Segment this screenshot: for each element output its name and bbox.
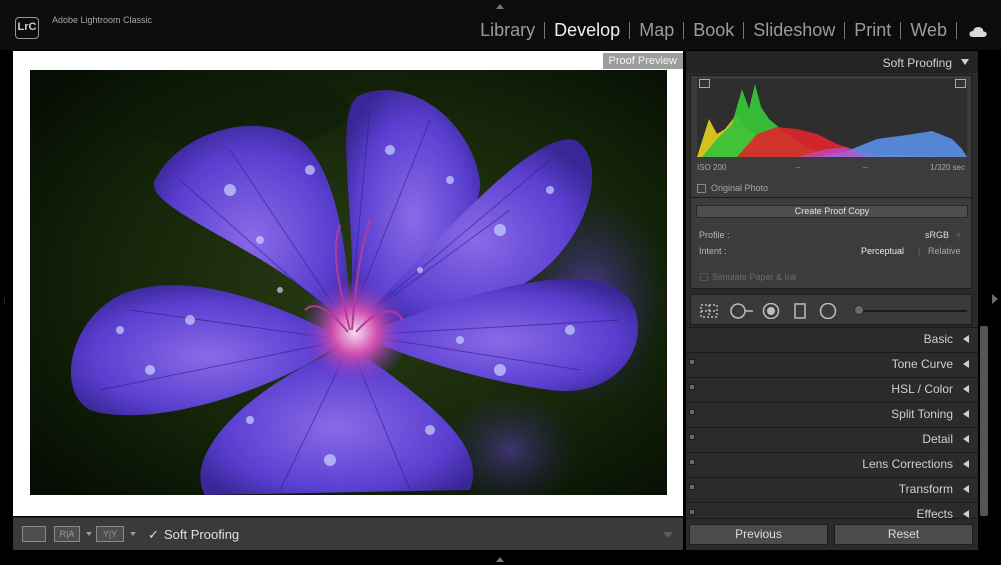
panel-label: HSL / Color (891, 382, 953, 396)
expand-triangle-icon[interactable] (963, 335, 969, 343)
panel-label: Detail (922, 432, 953, 446)
shadow-clipping-icon[interactable] (699, 79, 710, 88)
panel-effects[interactable]: Effects (686, 502, 978, 518)
soft-proofing-options: Create Proof Copy Profile : sRGB ÷ Inten… (690, 197, 972, 289)
top-panel-toggle-icon[interactable] (496, 4, 504, 9)
bottom-toolbar: R|A Y|Y ✓ Soft Proofing (13, 517, 683, 550)
panel-label: Tone Curve (891, 357, 953, 371)
before-after-dropdown-icon[interactable] (86, 532, 92, 536)
module-map[interactable]: Map (630, 20, 683, 41)
red-eye-icon[interactable] (762, 302, 780, 324)
simulate-paper-ink-label[interactable]: Simulate Paper & Ink (712, 272, 797, 282)
module-web[interactable]: Web (901, 20, 956, 41)
cloud-icon[interactable] (969, 25, 987, 37)
histogram[interactable] (697, 79, 967, 157)
previous-button[interactable]: Previous (689, 524, 828, 545)
panel-switch-icon[interactable] (689, 509, 695, 515)
panel-switch-icon[interactable] (689, 484, 695, 490)
module-develop[interactable]: Develop (545, 20, 629, 41)
loupe-view-button[interactable] (22, 526, 46, 542)
expand-triangle-icon[interactable] (963, 485, 969, 493)
panel-label: Effects (916, 507, 953, 518)
profile-dropdown[interactable]: sRGB (925, 230, 949, 240)
brush-slider-knob[interactable] (854, 305, 864, 315)
module-separator (956, 22, 957, 39)
profile-dropdown-icon[interactable]: ÷ (956, 230, 961, 240)
create-proof-copy-button[interactable]: Create Proof Copy (696, 205, 968, 218)
graduated-filter-icon[interactable] (794, 303, 806, 324)
expand-triangle-icon[interactable] (963, 435, 969, 443)
crop-overlay-icon[interactable] (699, 303, 719, 324)
panel-basic[interactable]: Basic (686, 327, 978, 350)
panel-lens-corrections[interactable]: Lens Corrections (686, 452, 978, 475)
reset-button[interactable]: Reset (834, 524, 973, 545)
module-picker: Library Develop Map Book Slideshow Print… (471, 20, 987, 41)
intent-relative-option[interactable]: Relative (928, 246, 961, 256)
panel-switch-icon[interactable] (689, 434, 695, 440)
before-after-view-button[interactable]: R|A (54, 526, 80, 542)
expand-triangle-icon[interactable] (963, 385, 969, 393)
expand-triangle-icon[interactable] (963, 360, 969, 368)
panel-split-toning[interactable]: Split Toning (686, 402, 978, 425)
tool-strip (690, 294, 972, 325)
loupe-view: Proof Preview (13, 51, 683, 516)
bottom-panel-toggle-icon[interactable] (496, 557, 504, 562)
aperture-value: – (863, 163, 868, 172)
shutter-speed-value: 1/320 sec (930, 163, 965, 172)
original-photo-checkbox[interactable] (697, 184, 706, 193)
panel-switch-icon[interactable] (689, 359, 695, 365)
toolbar-options-icon[interactable] (663, 532, 673, 538)
focal-length-value: – (796, 163, 801, 172)
soft-proofing-label[interactable]: Soft Proofing (164, 527, 239, 542)
top-bar: LrC Adobe Lightroom Classic Library Deve… (0, 0, 1001, 50)
panel-label: Transform (898, 482, 953, 496)
panel-footer: Previous Reset (686, 518, 978, 550)
highlight-clipping-icon[interactable] (955, 79, 966, 88)
compare-view-button[interactable]: Y|Y (96, 526, 124, 542)
original-photo-label[interactable]: Original Photo (711, 183, 768, 193)
expand-triangle-icon[interactable] (963, 460, 969, 468)
proof-preview-tag: Proof Preview (602, 53, 683, 69)
app-logo: LrC (15, 17, 39, 39)
panel-label: Basic (923, 332, 953, 346)
simulate-paper-ink-checkbox[interactable] (700, 273, 708, 281)
panel-label: Split Toning (891, 407, 953, 421)
iso-value: ISO 200 (697, 163, 727, 172)
panel-switch-icon[interactable] (689, 384, 695, 390)
right-panel-scrollbar[interactable] (980, 326, 988, 516)
panel-tone-curve[interactable]: Tone Curve (686, 352, 978, 375)
expand-triangle-icon[interactable] (963, 410, 969, 418)
module-slideshow[interactable]: Slideshow (744, 20, 844, 41)
spot-removal-icon[interactable] (730, 303, 754, 324)
module-print[interactable]: Print (845, 20, 900, 41)
expand-triangle-icon[interactable] (963, 510, 969, 518)
panel-transform[interactable]: Transform (686, 477, 978, 500)
intent-perceptual-option[interactable]: Perceptual (861, 246, 904, 256)
left-panel-toggle-icon[interactable]: ⁝ (3, 296, 6, 307)
collapse-triangle-icon[interactable] (961, 59, 969, 65)
brush-size-slider[interactable] (861, 310, 967, 312)
app-title: Adobe Lightroom Classic (52, 15, 153, 25)
profile-label: Profile : (699, 230, 730, 240)
panel-hsl-color[interactable]: HSL / Color (686, 377, 978, 400)
soft-proofing-header[interactable]: Soft Proofing (686, 51, 978, 73)
module-library[interactable]: Library (471, 20, 544, 41)
panel-switch-icon[interactable] (689, 459, 695, 465)
checkmark-icon[interactable]: ✓ (148, 527, 159, 543)
intent-label: Intent : (699, 246, 727, 256)
photo-purple-flower (30, 70, 667, 495)
panel-switch-icon[interactable] (689, 409, 695, 415)
panel-label: Lens Corrections (862, 457, 953, 471)
soft-proofing-title: Soft Proofing (882, 56, 952, 70)
right-panel: Soft Proofing ISO 200 – – 1/320 sec Orig… (686, 51, 978, 550)
intent-separator: | (918, 246, 921, 256)
module-book[interactable]: Book (684, 20, 743, 41)
compare-dropdown-icon[interactable] (130, 532, 136, 536)
radial-filter-icon[interactable] (819, 302, 837, 324)
right-panel-toggle-icon[interactable] (992, 294, 998, 304)
panel-detail[interactable]: Detail (686, 427, 978, 450)
